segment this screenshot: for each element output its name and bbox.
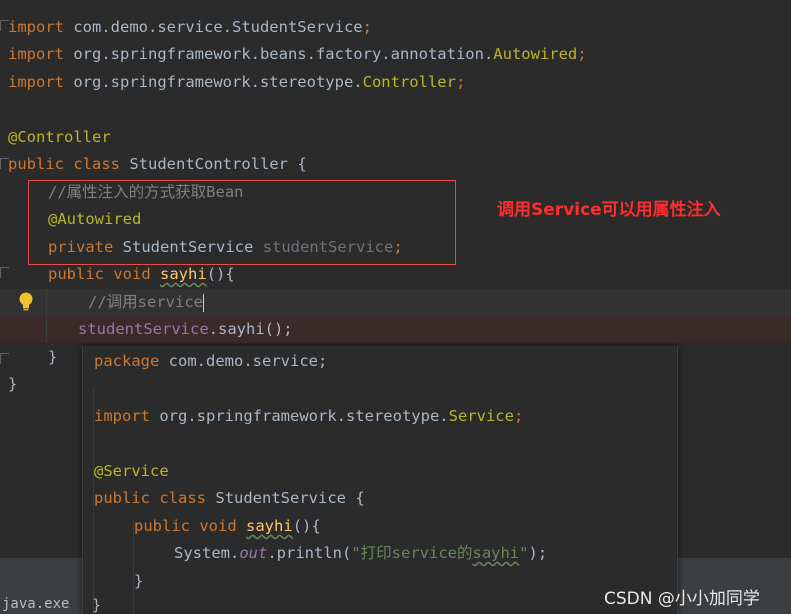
annotation: @Service xyxy=(94,462,169,480)
popup-line-package[interactable]: package com.demo.service; xyxy=(94,348,327,375)
parens: ); xyxy=(528,544,548,562)
keyword: class xyxy=(159,489,207,507)
import-path: org.springframework.stereotype. xyxy=(73,73,363,91)
keyword: public xyxy=(48,265,104,283)
code-line-import-3[interactable]: import org.springframework.stereotype.Co… xyxy=(8,69,465,96)
popup-line-println[interactable]: System.out.println("打印service的sayhi"); xyxy=(174,540,547,567)
semicolon: ; xyxy=(513,407,524,425)
watermark: CSDN @小小加同学 xyxy=(604,589,760,609)
popup-line-import[interactable]: import org.springframework.stereotype.Se… xyxy=(94,403,523,430)
keyword: import xyxy=(94,407,150,425)
parens: (){ xyxy=(292,517,321,535)
brace: } xyxy=(8,375,18,393)
keyword: void xyxy=(199,517,237,535)
brace: } xyxy=(48,348,58,366)
code-line-method-declaration[interactable]: public void sayhi(){ xyxy=(48,261,235,288)
method-name: sayhi xyxy=(160,265,207,283)
code-line-method-close[interactable]: } xyxy=(48,344,57,371)
semicolon: ; xyxy=(362,18,372,36)
import-path: org.springframework.stereotype. xyxy=(159,407,449,425)
popup-line-class-declaration[interactable]: public class StudentService { xyxy=(94,485,365,512)
keyword: package xyxy=(94,352,160,370)
keyword: void xyxy=(113,265,151,283)
keyword: import xyxy=(8,73,64,91)
class-name: StudentService { xyxy=(215,489,365,507)
code-line-call[interactable]: studentService.sayhi(); xyxy=(78,316,293,343)
code-line-import-2[interactable]: import org.springframework.beans.factory… xyxy=(8,41,587,68)
method-name: sayhi xyxy=(246,517,293,535)
code-editor[interactable]: import com.demo.service.StudentService; … xyxy=(0,0,791,614)
keyword: class xyxy=(73,155,121,173)
field-reference: studentService xyxy=(78,320,209,338)
import-class: Controller xyxy=(362,73,456,91)
fold-marker[interactable] xyxy=(0,267,9,278)
method-call: .sayhi(); xyxy=(208,320,293,338)
class-name: StudentController { xyxy=(129,155,307,173)
indent-guide xyxy=(46,289,47,343)
highlight-box xyxy=(28,180,456,265)
code-line-class-declaration[interactable]: public class StudentController { xyxy=(8,151,307,178)
import-class: Autowired xyxy=(493,45,578,63)
keyword: import xyxy=(8,18,64,36)
string-literal: sayhi xyxy=(472,544,520,562)
code-line-comment-call[interactable]: //调用service xyxy=(88,289,204,316)
import-path: com.demo.service.StudentService xyxy=(73,18,363,36)
keyword: public xyxy=(94,489,150,507)
text-cursor xyxy=(203,293,204,312)
brace: } xyxy=(134,572,144,590)
keyword: public xyxy=(134,517,190,535)
string-literal: " xyxy=(519,544,529,562)
popup-line-service-annotation[interactable]: @Service xyxy=(94,458,169,485)
callout-annotation: 调用Service可以用属性注入 xyxy=(497,200,721,220)
method-call: .println( xyxy=(267,544,352,562)
keyword: import xyxy=(8,45,64,63)
class-ref: System. xyxy=(174,544,240,562)
lightbulb-icon[interactable] xyxy=(16,290,36,314)
code-popup-student-service[interactable]: package com.demo.service; import org.spr… xyxy=(82,346,678,614)
fold-marker[interactable] xyxy=(0,353,9,364)
parens: (){ xyxy=(206,265,235,283)
package-name: com.demo.service; xyxy=(168,352,328,370)
comment: //调用service xyxy=(88,293,203,311)
keyword: public xyxy=(8,155,64,173)
annotation: @Controller xyxy=(8,128,111,146)
static-field: out xyxy=(239,544,268,562)
popup-line-method-declaration[interactable]: public void sayhi(){ xyxy=(134,513,321,540)
import-path: org.springframework.beans.factory.annota… xyxy=(73,45,494,63)
popup-class-close: } xyxy=(92,596,102,614)
semicolon: ; xyxy=(577,45,587,63)
semicolon: ; xyxy=(455,73,466,91)
code-line-class-close[interactable]: } xyxy=(8,371,17,398)
code-line-import-1[interactable]: import com.demo.service.StudentService; xyxy=(8,14,372,41)
import-class: Service xyxy=(448,407,514,425)
popup-line-method-close[interactable]: } xyxy=(134,568,143,595)
string-literal: "打印service的 xyxy=(351,544,473,562)
code-line-controller-annotation[interactable]: @Controller xyxy=(8,124,111,151)
run-config-label[interactable]: java.exe xyxy=(2,596,69,612)
